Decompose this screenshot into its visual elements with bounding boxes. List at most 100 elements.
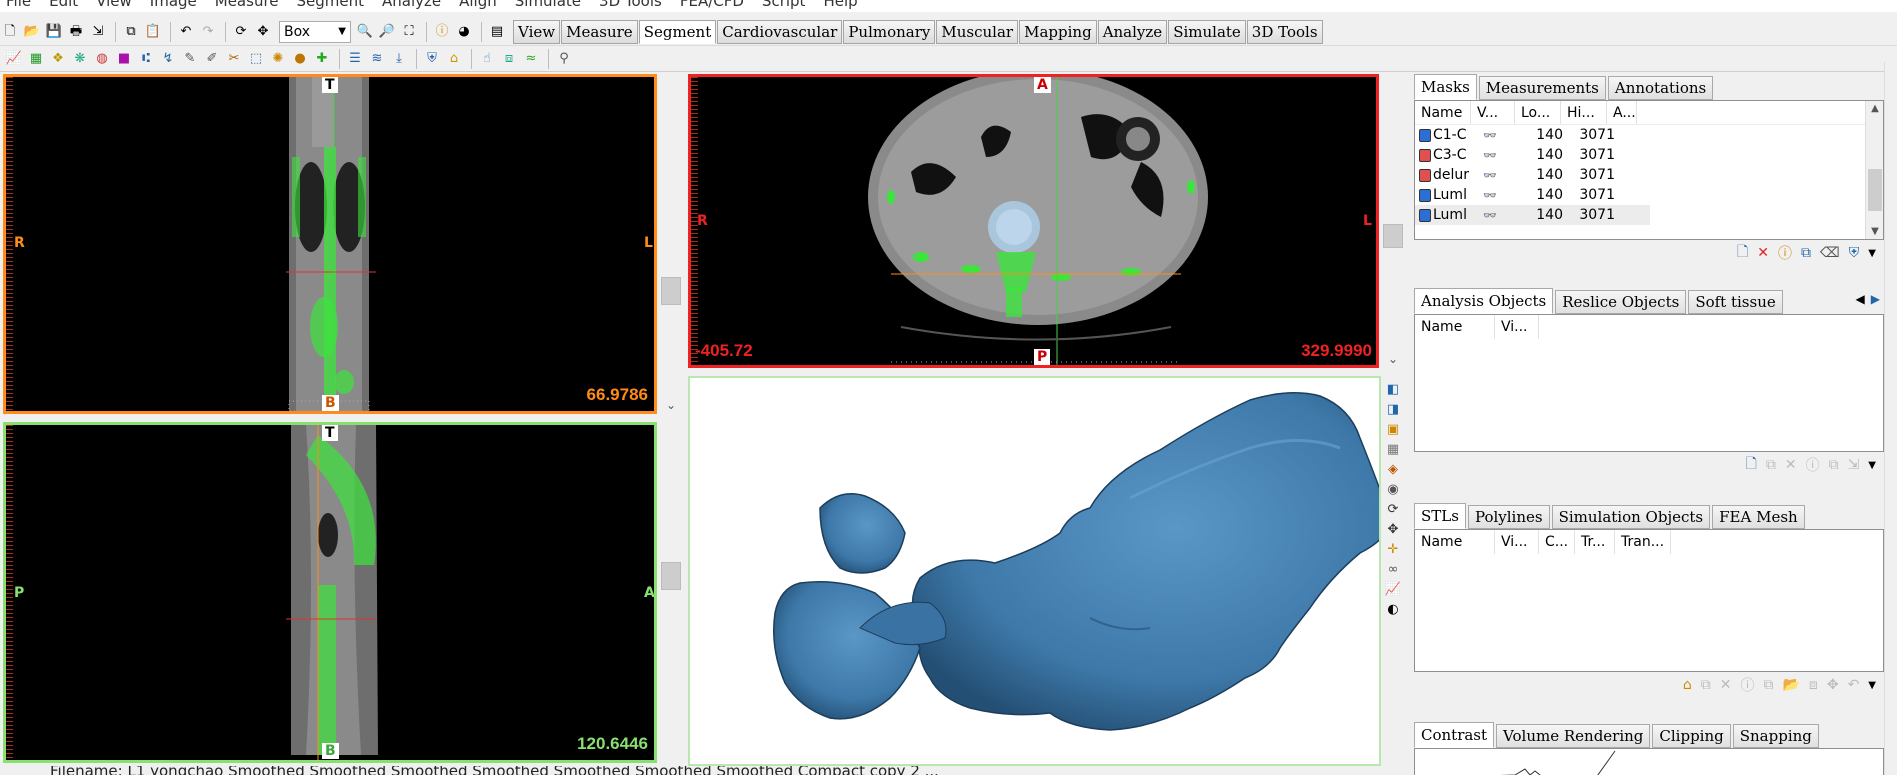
tab-fea-mesh[interactable]: FEA Mesh bbox=[1712, 505, 1805, 529]
folder-icon[interactable]: 📂 bbox=[1782, 677, 1799, 693]
lasso-icon[interactable]: ✂ bbox=[224, 49, 244, 69]
print-icon[interactable]: 🖶 bbox=[66, 22, 86, 42]
menu-item-help[interactable]: Help bbox=[823, 0, 857, 12]
menu-item-fea-cfd[interactable]: FEA/CFD bbox=[680, 0, 744, 12]
undo-icon[interactable]: ↶ bbox=[176, 22, 196, 42]
delete-icon[interactable]: ✕ bbox=[1757, 245, 1769, 261]
layers-icon[interactable]: ◧ bbox=[1387, 382, 1399, 397]
calc-part-icon[interactable]: ✚ bbox=[312, 49, 332, 69]
scroll-thumb[interactable] bbox=[661, 277, 681, 305]
tab-analysis-objects[interactable]: Analysis Objects bbox=[1414, 288, 1554, 314]
mask-row[interactable]: delur 👓 140 3071 bbox=[1415, 165, 1650, 185]
copy-icon[interactable]: ⧉ bbox=[121, 22, 141, 42]
save-icon[interactable]: 💾 bbox=[44, 22, 64, 42]
menu-item-align[interactable]: Align bbox=[459, 0, 497, 12]
curve-icon[interactable]: ≈ bbox=[521, 49, 541, 69]
glasses-icon[interactable]: ∞ bbox=[1388, 562, 1399, 577]
stack-icon[interactable]: ⧈ bbox=[499, 49, 519, 69]
surface-icon[interactable]: ☰ bbox=[345, 49, 365, 69]
scroll-thumb[interactable] bbox=[1868, 169, 1882, 211]
pan-icon[interactable]: ✥ bbox=[253, 22, 273, 42]
contrast-icon[interactable]: ◐ bbox=[1387, 602, 1398, 617]
column-header[interactable]: Tr... bbox=[1575, 530, 1615, 554]
visibility-glasses-icon[interactable]: 👓 bbox=[1475, 149, 1515, 162]
import-icon[interactable]: ⇲ bbox=[88, 22, 108, 42]
duplicate-icon[interactable]: ⧉ bbox=[1801, 245, 1811, 261]
hand-icon[interactable]: ☝ bbox=[477, 49, 497, 69]
selection-combo[interactable]: Box ▼ bbox=[279, 20, 351, 43]
menu-item-analyze[interactable]: Analyze bbox=[382, 0, 441, 12]
menu-item-measure[interactable]: Measure bbox=[215, 0, 279, 12]
menu-item-script[interactable]: Script bbox=[762, 0, 806, 12]
delete-icon[interactable]: ✕ bbox=[1785, 457, 1797, 473]
info-icon[interactable]: ⓘ bbox=[432, 22, 452, 42]
mask-color-swatch[interactable] bbox=[1419, 188, 1431, 202]
masks-list[interactable]: Name V... Lo... Hi... A... C1-C 👓 140 3071 C3-C 👓… bbox=[1414, 100, 1884, 240]
visibility-glasses-icon[interactable]: 👓 bbox=[1475, 169, 1515, 182]
stack-icon[interactable]: ⧈ bbox=[1809, 677, 1818, 693]
scroll-down-icon[interactable]: ⌄ bbox=[657, 398, 685, 412]
wrap-icon[interactable]: ≋ bbox=[367, 49, 387, 69]
shield-icon[interactable]: ⛨ bbox=[422, 49, 442, 69]
scroll-thumb[interactable] bbox=[661, 562, 681, 590]
visibility-glasses-icon[interactable]: 👓 bbox=[1475, 129, 1515, 142]
multiple-slice-edit-icon[interactable]: ✐ bbox=[202, 49, 222, 69]
stl-list[interactable]: Name Vi... C... Tr... Tran... bbox=[1414, 529, 1884, 672]
column-header[interactable]: Vi... bbox=[1495, 315, 1539, 339]
histogram-area[interactable] bbox=[1414, 748, 1884, 775]
menu-item-3d-tools[interactable]: 3D Tools bbox=[599, 0, 662, 12]
zoom-icon[interactable]: 🔍 bbox=[355, 22, 375, 42]
axis-icon[interactable]: ✛ bbox=[1388, 542, 1399, 557]
threshold-icon[interactable]: 📈 bbox=[4, 49, 24, 69]
paste-icon[interactable]: 📋 bbox=[143, 22, 163, 42]
coronal-scrollbar[interactable] bbox=[657, 422, 685, 763]
masks-scrollbar[interactable]: ▲ ▼ bbox=[1865, 101, 1883, 239]
measure-icon[interactable]: ◕ bbox=[454, 22, 474, 42]
tab-measure[interactable]: Measure bbox=[561, 19, 638, 44]
3d-view[interactable] bbox=[688, 376, 1381, 766]
column-header[interactable]: A... bbox=[1607, 101, 1637, 124]
menu-item-file[interactable]: File bbox=[6, 0, 31, 12]
zoom-region-icon[interactable]: 🔎 bbox=[377, 22, 397, 42]
move-icon[interactable]: ✥ bbox=[1388, 522, 1399, 537]
duplicate-icon[interactable]: ⧉ bbox=[1701, 677, 1711, 693]
column-header[interactable]: C... bbox=[1539, 530, 1575, 554]
tab-stls[interactable]: STLs bbox=[1414, 503, 1466, 529]
column-header[interactable]: Hi... bbox=[1561, 101, 1607, 124]
copy-icon[interactable]: ⧉ bbox=[1763, 677, 1773, 693]
tab-snapping[interactable]: Snapping bbox=[1732, 724, 1819, 748]
tab-contrast[interactable]: Contrast bbox=[1414, 722, 1495, 748]
menu-item-edit[interactable]: Edit bbox=[49, 0, 78, 12]
fill-holes-icon[interactable]: ❋ bbox=[70, 49, 90, 69]
sagittal-scrollbar[interactable]: ⌄ bbox=[657, 74, 685, 414]
boolean-icon[interactable]: ■ bbox=[114, 49, 134, 69]
axial-scrollbar[interactable]: ⌄ bbox=[1379, 74, 1407, 368]
properties-icon[interactable]: ⓘ bbox=[1740, 675, 1754, 695]
tab-simulation-objects[interactable]: Simulation Objects bbox=[1551, 505, 1711, 529]
mask-row[interactable]: Luml 👓 140 3071 bbox=[1415, 185, 1650, 205]
mask-row[interactable]: Luml 👓 140 3071 bbox=[1415, 205, 1650, 225]
split-mask-icon[interactable]: ⑆ bbox=[136, 49, 156, 69]
column-header[interactable]: Vi... bbox=[1495, 530, 1539, 554]
copy-icon[interactable]: ⧉ bbox=[1829, 457, 1839, 473]
cube-icon[interactable]: ◨ bbox=[1387, 402, 1399, 417]
layout-icon[interactable]: ▤ bbox=[487, 22, 507, 42]
more-icon[interactable]: ▼ bbox=[1868, 680, 1876, 691]
properties-icon[interactable]: ⓘ bbox=[1806, 455, 1820, 475]
smart-fill-icon[interactable]: ↯ bbox=[158, 49, 178, 69]
interpolate-icon[interactable]: ✺ bbox=[268, 49, 288, 69]
mask-row[interactable]: C1-C 👓 140 3071 bbox=[1415, 125, 1650, 145]
mask-color-swatch[interactable] bbox=[1419, 128, 1431, 142]
column-header[interactable]: Lo... bbox=[1515, 101, 1561, 124]
column-header[interactable]: V... bbox=[1471, 101, 1515, 124]
delete-icon[interactable]: ✕ bbox=[1720, 677, 1732, 693]
tab-reslice-objects[interactable]: Reslice Objects bbox=[1555, 290, 1687, 314]
morphology-icon[interactable]: ◍ bbox=[92, 49, 112, 69]
scroll-thumb[interactable] bbox=[1383, 224, 1403, 248]
column-header[interactable]: Tran... bbox=[1615, 530, 1671, 554]
tab-simulate[interactable]: Simulate bbox=[1168, 19, 1246, 44]
region-grow-icon[interactable]: ▦ bbox=[26, 49, 46, 69]
paint-icon[interactable]: ◈ bbox=[1388, 462, 1398, 477]
tab-analyze[interactable]: Analyze bbox=[1097, 19, 1168, 44]
script-icon[interactable]: ⚲ bbox=[554, 49, 574, 69]
